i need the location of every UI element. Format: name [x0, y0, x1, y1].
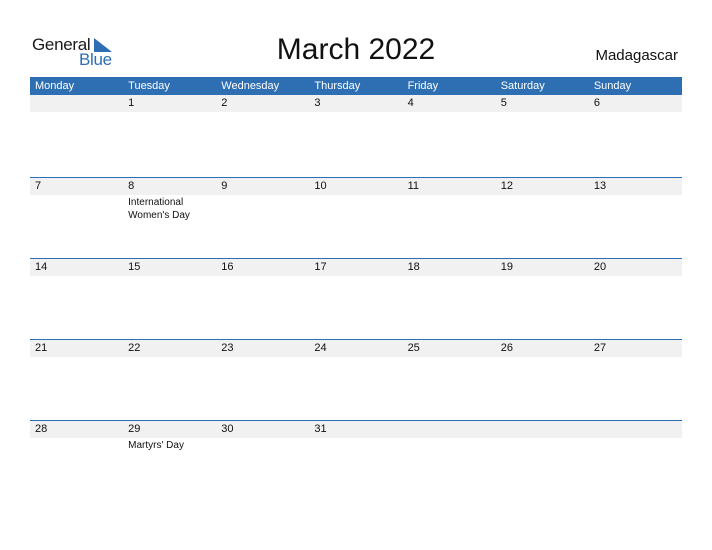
day-number: 12: [500, 180, 513, 192]
holiday-event: [309, 112, 402, 113]
weekday-friday: Friday: [407, 80, 439, 92]
day-number: 28: [35, 423, 48, 435]
holiday-event: [30, 112, 123, 113]
holiday-event: [403, 438, 496, 452]
holiday-event: [589, 195, 682, 222]
holiday-event: [216, 276, 309, 277]
events-row: Martyrs' Day: [30, 438, 682, 452]
date-bar: 28 29 30 31: [30, 421, 682, 438]
weekday-saturday: Saturday: [500, 80, 545, 92]
day-number: 4: [407, 97, 414, 109]
holiday-event: [496, 357, 589, 358]
day-number: 10: [314, 180, 327, 192]
day-number: 20: [593, 261, 607, 273]
holiday-event: [589, 357, 682, 358]
day-number: 29: [128, 423, 141, 435]
calendar-grid: Monday Tuesday Wednesday Thursday Friday…: [30, 77, 682, 501]
day-number: 22: [128, 342, 141, 354]
date-bar: 21 22 23 24 25 26 27: [30, 340, 682, 357]
holiday-event: [123, 357, 216, 358]
day-number: 5: [500, 97, 507, 109]
day-number: 6: [593, 97, 600, 109]
day-number: 21: [35, 342, 48, 354]
day-number: 3: [314, 97, 321, 109]
day-number: 13: [593, 180, 607, 192]
holiday-event: [403, 112, 496, 113]
weekday-tuesday: Tuesday: [128, 80, 170, 92]
holiday-event: [403, 195, 496, 222]
week-row: 28 29 30 31 Martyrs' Day: [30, 420, 682, 501]
day-number: [403, 421, 496, 438]
day-number: 24: [314, 342, 327, 354]
day-number: [589, 421, 682, 438]
day-number: 18: [407, 261, 420, 273]
holiday-event: International Women's Day: [128, 197, 190, 221]
weekday-header: Monday Tuesday Wednesday Thursday Friday…: [30, 77, 682, 95]
weekday-thursday: Thursday: [314, 80, 361, 92]
date-bar: 1 2 3 4 5 6: [30, 95, 682, 112]
day-number: 31: [314, 423, 327, 435]
day-number: 15: [128, 261, 141, 273]
holiday-event: [589, 276, 682, 277]
holiday-event: [30, 438, 123, 452]
holiday-event: [496, 112, 589, 113]
holiday-event: Martyrs' Day: [128, 440, 184, 451]
holiday-event: [309, 276, 402, 277]
holiday-event: [30, 276, 123, 277]
date-bar: 14 15 16 17 18 19 20: [30, 259, 682, 276]
day-number: 14: [35, 261, 48, 273]
day-number: 7: [35, 180, 42, 192]
day-number: 25: [407, 342, 420, 354]
weekday-sunday: Sunday: [593, 80, 632, 92]
weekday-monday: Monday: [35, 80, 75, 92]
holiday-event: [496, 438, 589, 452]
day-number: 27: [593, 342, 607, 354]
holiday-event: [216, 195, 309, 222]
holiday-event: [309, 195, 402, 222]
day-number: 19: [500, 261, 513, 273]
day-number: 26: [500, 342, 513, 354]
day-number: 2: [221, 97, 228, 109]
holiday-event: [123, 112, 216, 113]
events-row: International Women's Day: [30, 195, 682, 222]
week-row: 7 8 9 10 11 12 13 International Women's Day: [30, 177, 682, 258]
holiday-event: [216, 112, 309, 113]
country-label: Madagascar: [595, 47, 678, 64]
holiday-event: [309, 438, 402, 452]
week-row: 1 2 3 4 5 6: [30, 95, 682, 177]
holiday-event: [216, 438, 309, 452]
date-bar: 7 8 9 10 11 12 13: [30, 178, 682, 195]
day-number: 8: [128, 180, 135, 192]
day-number: 23: [221, 342, 234, 354]
holiday-event: [403, 357, 496, 358]
holiday-event: [216, 357, 309, 358]
day-number: 30: [221, 423, 234, 435]
events-row: [30, 357, 682, 358]
weekday-wednesday: Wednesday: [221, 80, 280, 92]
week-row: 21 22 23 24 25 26 27: [30, 339, 682, 420]
holiday-event: [30, 195, 123, 222]
day-number: 9: [221, 180, 228, 192]
day-number: 17: [314, 261, 327, 273]
week-row: 14 15 16 17 18 19 20: [30, 258, 682, 339]
holiday-event: [403, 276, 496, 277]
day-number: 1: [128, 97, 135, 109]
events-row: [30, 276, 682, 277]
day-number: 11: [407, 180, 419, 192]
holiday-event: [309, 357, 402, 358]
day-number: [30, 95, 123, 112]
day-number: [496, 421, 589, 438]
holiday-event: [589, 438, 682, 452]
holiday-event: [123, 276, 216, 277]
holiday-event: [589, 112, 682, 113]
holiday-event: [30, 357, 123, 358]
holiday-event: [496, 276, 589, 277]
events-row: [30, 112, 682, 113]
holiday-event: [496, 195, 589, 222]
day-number: 16: [221, 261, 234, 273]
